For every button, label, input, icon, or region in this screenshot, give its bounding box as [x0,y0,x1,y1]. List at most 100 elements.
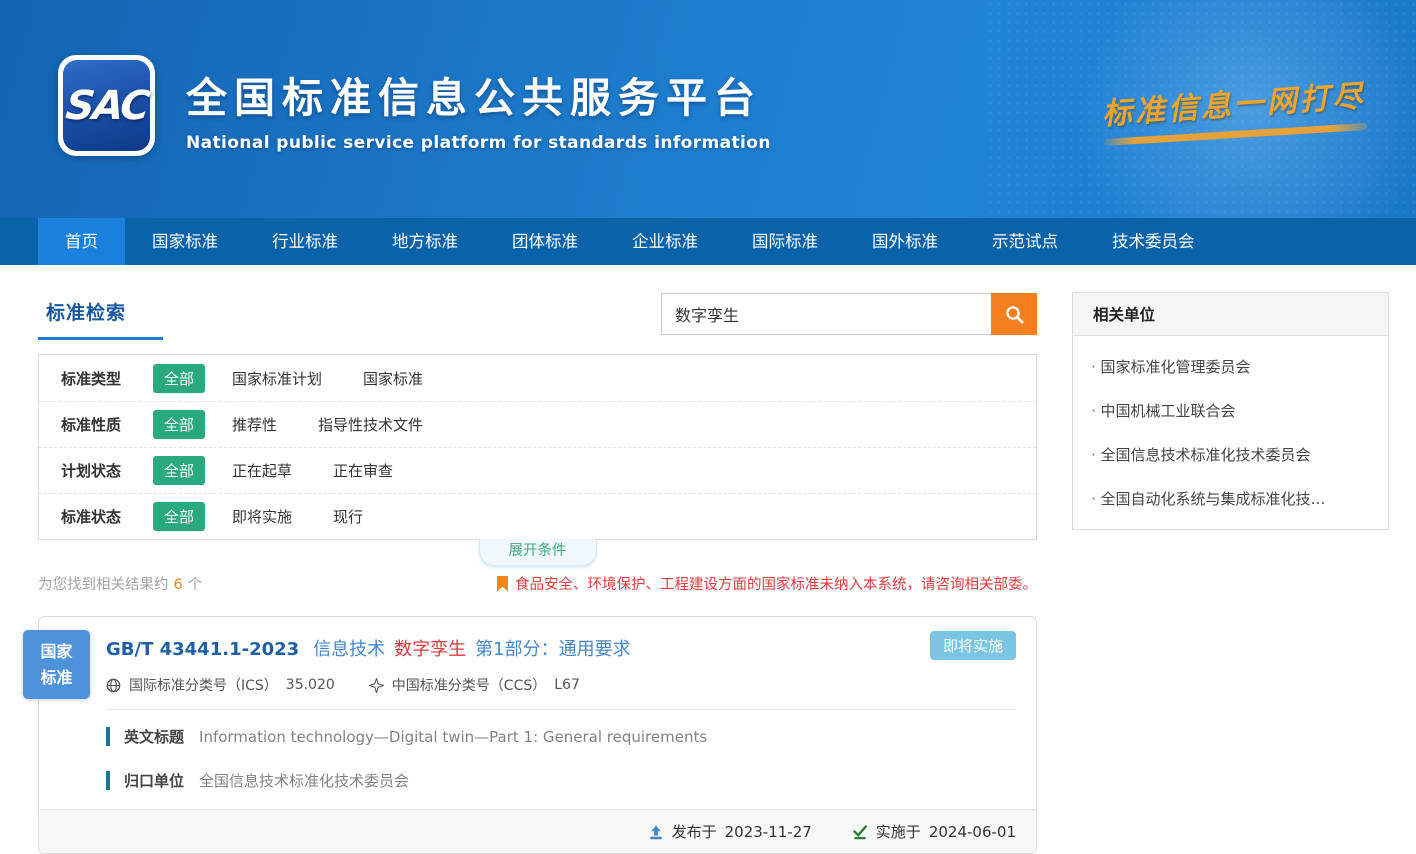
sac-logo[interactable]: SAC [58,55,155,156]
standard-title-part2[interactable]: 第1部分：通用要求 [475,639,630,660]
result-count-number: 6 [174,577,183,593]
globe-icon [106,678,121,693]
filter-option[interactable]: 现行 [333,506,363,527]
implement-date: 2024-06-01 [929,823,1016,841]
related-unit-item[interactable]: 全国自动化系统与集成标准化技… [1073,473,1388,517]
notice-text: 食品安全、环境保护、工程建设方面的国家标准未纳入本系统，请咨询相关部委。 [515,573,1037,594]
result-count-suffix: 个 [188,577,203,593]
result-count: 为您找到相关结果约 6个 [38,573,202,594]
nav-item-pilot-demo[interactable]: 示范试点 [965,218,1085,265]
filter-option[interactable]: 正在审查 [333,460,393,481]
ccs-group: 中国标准分类号（CCS） L67 [369,675,580,695]
sac-logo-inner: SAC [63,60,150,151]
filter-option[interactable]: 即将实施 [232,506,292,527]
filter-option[interactable]: 国家标准 [363,368,423,389]
filter-row-plan-status: 计划状态 全部 正在起草 正在审查 [39,447,1036,493]
standard-title-highlight[interactable]: 数字孪生 [394,639,466,660]
header-titles: 全国标准信息公共服务平台 National public service pla… [186,64,771,153]
nav-item-group-standards[interactable]: 团体标准 [485,218,605,265]
main-nav: 首页 国家标准 行业标准 地方标准 团体标准 企业标准 国际标准 国外标准 示范… [0,218,1416,265]
standard-code[interactable]: GB/T 43441.1-2023 [106,639,299,660]
ccs-label: 中国标准分类号（CCS） [392,675,546,695]
ics-label: 国际标准分类号（ICS） [129,675,278,695]
search-button[interactable] [991,293,1037,335]
result-info-row: 为您找到相关结果约 6个 食品安全、环境保护、工程建设方面的国家标准未纳入本系统，… [38,573,1037,594]
filter-option[interactable]: 正在起草 [232,460,292,481]
filter-option[interactable]: 推荐性 [232,414,277,435]
filter-label: 计划状态 [61,460,153,481]
related-units-panel: 相关单位 国家标准化管理委员会 中国机械工业联合会 全国信息技术标准化技术委员会… [1072,292,1389,530]
ics-group: 国际标准分类号（ICS） 35.020 [106,675,335,695]
filter-option[interactable]: 国家标准计划 [232,368,322,389]
card-divider [106,709,1016,710]
filter-option[interactable]: 指导性技术文件 [318,414,423,435]
filter-badge-all[interactable]: 全部 [153,456,205,485]
publish-label: 发布于 [672,821,717,842]
tab-standard-search[interactable]: 标准检索 [38,292,163,340]
nav-item-technical-committee[interactable]: 技术委员会 [1085,218,1222,265]
header-slogan-banner: 标准信息一网打尽 [1100,71,1367,147]
english-title-label: 英文标题 [124,726,184,747]
filter-label: 标准类型 [61,368,153,389]
detail-bar [106,771,110,790]
filter-row-standard-nature: 标准性质 全部 推荐性 指导性技术文件 [39,401,1036,447]
publish-date-group: 发布于 2023-11-27 [648,821,812,842]
compass-icon [369,678,384,693]
committee-row: 归口单位 全国信息技术标准化技术委员会 [106,770,1036,791]
national-standard-tag: 国家 标准 [23,630,90,699]
detail-bar [106,727,110,746]
sidebar: 相关单位 国家标准化管理委员会 中国机械工业联合会 全国信息技术标准化技术委员会… [1072,292,1389,854]
ccs-value: L67 [554,677,580,693]
expand-conditions-button[interactable]: 展开条件 [479,539,597,566]
system-notice: 食品安全、环境保护、工程建设方面的国家标准未纳入本系统，请咨询相关部委。 [497,573,1037,594]
site-title: 全国标准信息公共服务平台 [186,64,771,124]
filter-row-standard-type: 标准类型 全部 国家标准计划 国家标准 [39,355,1036,401]
filter-badge-all[interactable]: 全部 [153,410,205,439]
site-subtitle: National public service platform for sta… [186,133,771,153]
filter-box: 标准类型 全部 国家标准计划 国家标准 标准性质 全部 推荐性 指导性技术文件 … [38,354,1037,540]
filter-badge-all[interactable]: 全部 [153,364,205,393]
tag-line2: 标准 [23,665,90,691]
slogan-text: 标准信息一网打尽 [1100,71,1366,133]
implement-label: 实施于 [876,821,921,842]
english-title-row: 英文标题 Information technology—Digital twin… [106,726,1036,747]
publish-date: 2023-11-27 [725,823,812,841]
filter-label: 标准性质 [61,414,153,435]
search-icon [1004,304,1025,325]
nav-item-local-standards[interactable]: 地方标准 [365,218,485,265]
standard-title-part1[interactable]: 信息技术 [313,639,385,660]
related-units-list: 国家标准化管理委员会 中国机械工业联合会 全国信息技术标准化技术委员会 全国自动… [1073,336,1388,529]
card-footer: 发布于 2023-11-27 实施于 2024-06-01 [39,809,1036,853]
related-units-title: 相关单位 [1073,293,1388,336]
nav-item-international-standards[interactable]: 国际标准 [725,218,845,265]
standard-result-card: 国家 标准 即将实施 GB/T 43441.1-2023信息技术数字孪生第1部分… [38,616,1037,854]
implement-check-icon [852,824,868,840]
bookmark-icon [497,576,508,592]
english-title-value: Information technology—Digital twin—Part… [199,728,707,746]
implement-date-group: 实施于 2024-06-01 [852,821,1016,842]
filter-badge-all[interactable]: 全部 [153,502,205,531]
related-unit-item[interactable]: 国家标准化管理委员会 [1073,341,1388,385]
related-unit-item[interactable]: 全国信息技术标准化技术委员会 [1073,429,1388,473]
nav-item-industry-standards[interactable]: 行业标准 [245,218,365,265]
nav-item-enterprise-standards[interactable]: 企业标准 [605,218,725,265]
committee-label: 归口单位 [124,770,184,791]
status-badge: 即将实施 [930,631,1016,660]
filter-row-standard-status: 标准状态 全部 即将实施 现行 [39,493,1036,539]
sac-logo-text: SAC [63,83,150,129]
search-input[interactable] [661,293,991,335]
ics-value: 35.020 [286,677,335,693]
standard-title-link[interactable]: GB/T 43441.1-2023 信息技术数字孪生第1部分：通用要求 [39,617,1036,661]
related-unit-item[interactable]: 中国机械工业联合会 [1073,385,1388,429]
result-count-prefix: 为您找到相关结果约 [38,577,169,593]
committee-value: 全国信息技术标准化技术委员会 [199,770,409,791]
content: 标准检索 标准类型 全部 国家标准计划 国家标准 [0,265,1416,854]
main-column: 标准检索 标准类型 全部 国家标准计划 国家标准 [38,265,1037,854]
nav-item-national-standards[interactable]: 国家标准 [125,218,245,265]
site-header: SAC 全国标准信息公共服务平台 National public service… [0,0,1416,218]
card-meta-row: 国际标准分类号（ICS） 35.020 中国标准分类号（CCS） L67 [106,675,1036,695]
nav-item-foreign-standards[interactable]: 国外标准 [845,218,965,265]
expand-row: 展开条件 [38,540,1037,566]
nav-item-home[interactable]: 首页 [38,218,125,265]
tag-line1: 国家 [23,639,90,665]
